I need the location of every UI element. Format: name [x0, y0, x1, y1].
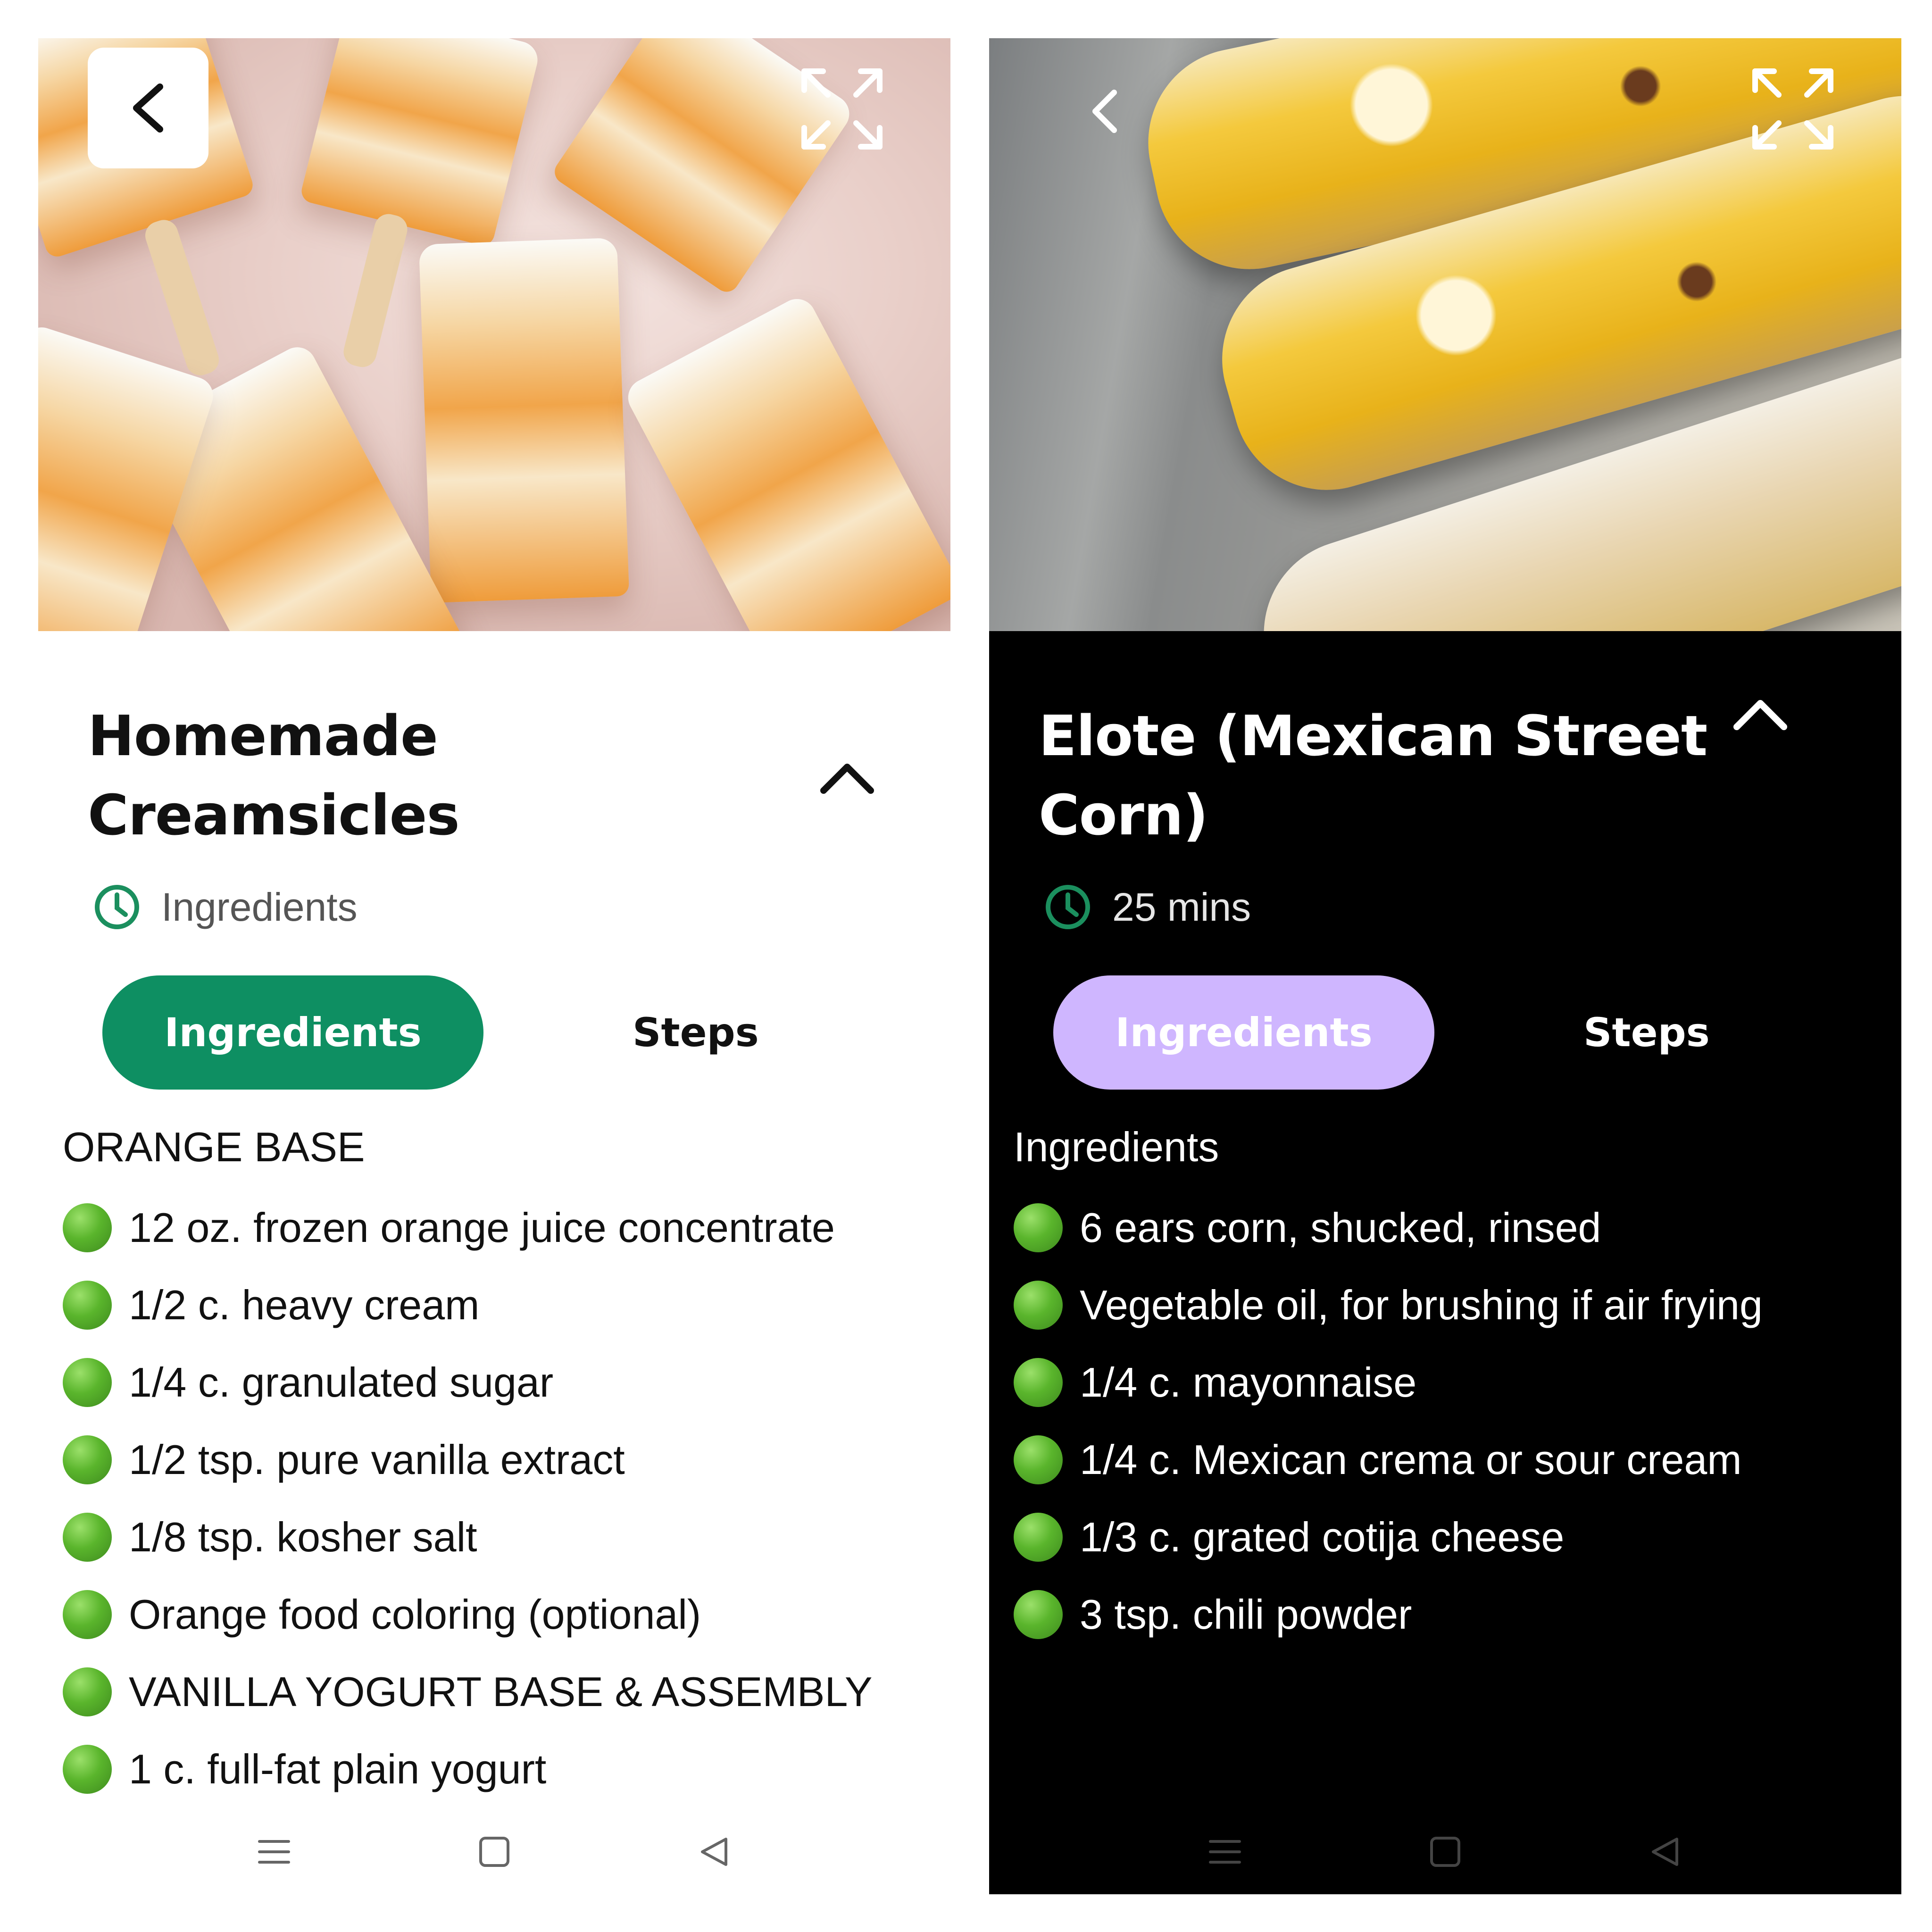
- green-circle-icon: [63, 1203, 112, 1252]
- menu-button[interactable]: [1206, 1833, 1244, 1871]
- green-circle-icon: [63, 1435, 112, 1484]
- ingredient-text: VANILLA YOGURT BASE & ASSEMBLY: [129, 1668, 873, 1715]
- system-nav-bar: [989, 1819, 1901, 1894]
- green-circle-icon: [1014, 1203, 1063, 1252]
- meta-text: 25 mins: [1112, 884, 1251, 929]
- list-item: 1/4 c. granulated sugar: [63, 1344, 873, 1421]
- chevron-up-icon[interactable]: [819, 758, 875, 795]
- recipe-title: Homemade Creamsicles: [88, 703, 460, 848]
- ingredient-list: 6 ears corn, shucked, rinsed Vegetable o…: [1014, 1189, 1763, 1653]
- tab-ingredients[interactable]: Ingredients: [1053, 975, 1434, 1090]
- ingredient-text: 12 oz. frozen orange juice concentrate: [129, 1204, 835, 1251]
- ingredient-text: 1 c. full-fat plain yogurt: [129, 1746, 547, 1792]
- system-nav-bar: [38, 1819, 950, 1894]
- chevron-up-icon[interactable]: [1732, 694, 1789, 732]
- ingredient-text: 1/2 c. heavy cream: [129, 1282, 480, 1328]
- list-item: 1/2 tsp. pure vanilla extract: [63, 1421, 873, 1499]
- green-circle-icon: [1014, 1590, 1063, 1639]
- list-item: 1/3 c. grated cotija cheese: [1014, 1499, 1763, 1576]
- recipe-screen-dark: Elote (Mexican Street Corn) 25 mins Ingr…: [989, 38, 1901, 1894]
- home-square-icon: [1430, 1837, 1460, 1867]
- back-nav-button[interactable]: [1646, 1833, 1684, 1871]
- section-title: Ingredients: [1014, 1124, 1219, 1170]
- expand-icon[interactable]: [1750, 67, 1835, 151]
- tab-steps[interactable]: Steps: [1583, 975, 1710, 1090]
- back-button[interactable]: [1079, 85, 1131, 137]
- list-item: 6 ears corn, shucked, rinsed: [1014, 1189, 1763, 1266]
- green-circle-icon: [1014, 1358, 1063, 1407]
- green-circle-icon: [63, 1745, 112, 1794]
- list-item: 12 oz. frozen orange juice concentrate: [63, 1189, 873, 1266]
- meta-text: Ingredients: [161, 884, 358, 929]
- green-circle-icon: [1014, 1281, 1063, 1330]
- home-button[interactable]: [1426, 1833, 1464, 1871]
- popsicle-stick: [341, 211, 410, 370]
- list-item: 1/8 tsp. kosher salt: [63, 1499, 873, 1576]
- back-triangle-icon: [701, 1838, 727, 1866]
- ingredient-text: 1/4 c. granulated sugar: [129, 1359, 554, 1406]
- recipe-meta: Ingredients: [92, 883, 358, 932]
- list-item: 3 tsp. chili powder: [1014, 1576, 1763, 1653]
- green-circle-icon: [63, 1513, 112, 1562]
- ingredient-text: 1/8 tsp. kosher salt: [129, 1514, 477, 1560]
- tab-steps[interactable]: Steps: [633, 975, 759, 1090]
- popsicle-shape: [418, 237, 630, 603]
- green-circle-icon: [63, 1281, 112, 1330]
- popsicle-shape: [299, 38, 541, 248]
- ingredient-text: 1/2 tsp. pure vanilla extract: [129, 1436, 625, 1483]
- ingredient-text: Orange food coloring (optional): [129, 1591, 701, 1638]
- ingredient-text: Vegetable oil, for brushing if air fryin…: [1080, 1282, 1763, 1328]
- ingredient-text: 1/4 c. mayonnaise: [1080, 1359, 1417, 1406]
- ingredient-list: 12 oz. frozen orange juice concentrate 1…: [63, 1189, 873, 1808]
- chevron-left-icon: [1092, 90, 1117, 133]
- list-item: Vegetable oil, for brushing if air fryin…: [1014, 1266, 1763, 1344]
- list-item: 1/2 c. heavy cream: [63, 1266, 873, 1344]
- ingredient-text: 1/4 c. Mexican crema or sour cream: [1080, 1436, 1742, 1483]
- ingredient-text: 6 ears corn, shucked, rinsed: [1080, 1204, 1601, 1251]
- green-circle-icon: [63, 1590, 112, 1639]
- recipe-screen-light: Homemade Creamsicles Ingredients Ingredi…: [38, 38, 950, 1894]
- list-item: 1 c. full-fat plain yogurt: [63, 1731, 873, 1808]
- green-circle-icon: [63, 1358, 112, 1407]
- back-triangle-icon: [1652, 1838, 1678, 1866]
- green-circle-icon: [63, 1667, 112, 1716]
- popsicle-stick: [142, 216, 223, 379]
- home-square-icon: [479, 1837, 509, 1867]
- list-item: 1/4 c. mayonnaise: [1014, 1344, 1763, 1421]
- list-item: 1/4 c. Mexican crema or sour cream: [1014, 1421, 1763, 1499]
- section-title: ORANGE BASE: [63, 1124, 365, 1170]
- clock-icon: [95, 885, 139, 929]
- home-button[interactable]: [475, 1833, 513, 1871]
- clock-icon: [1046, 885, 1090, 929]
- list-item: VANILLA YOGURT BASE & ASSEMBLY: [63, 1653, 873, 1731]
- popsicle-shape: [621, 292, 950, 631]
- ingredient-text: 1/3 c. grated cotija cheese: [1080, 1514, 1565, 1560]
- menu-icon: [1209, 1840, 1241, 1864]
- back-nav-button[interactable]: [695, 1833, 733, 1871]
- green-circle-icon: [1014, 1435, 1063, 1484]
- green-circle-icon: [1014, 1513, 1063, 1562]
- menu-button[interactable]: [255, 1833, 293, 1871]
- chevron-left-icon: [133, 83, 163, 133]
- menu-icon: [258, 1840, 290, 1864]
- recipe-title: Elote (Mexican Street Corn): [1039, 703, 1707, 848]
- back-button[interactable]: [88, 48, 208, 168]
- tab-ingredients[interactable]: Ingredients: [102, 975, 483, 1090]
- list-item: Orange food coloring (optional): [63, 1576, 873, 1653]
- recipe-meta: 25 mins: [1043, 883, 1251, 932]
- expand-icon[interactable]: [799, 67, 884, 151]
- ingredient-text: 3 tsp. chili powder: [1080, 1591, 1412, 1638]
